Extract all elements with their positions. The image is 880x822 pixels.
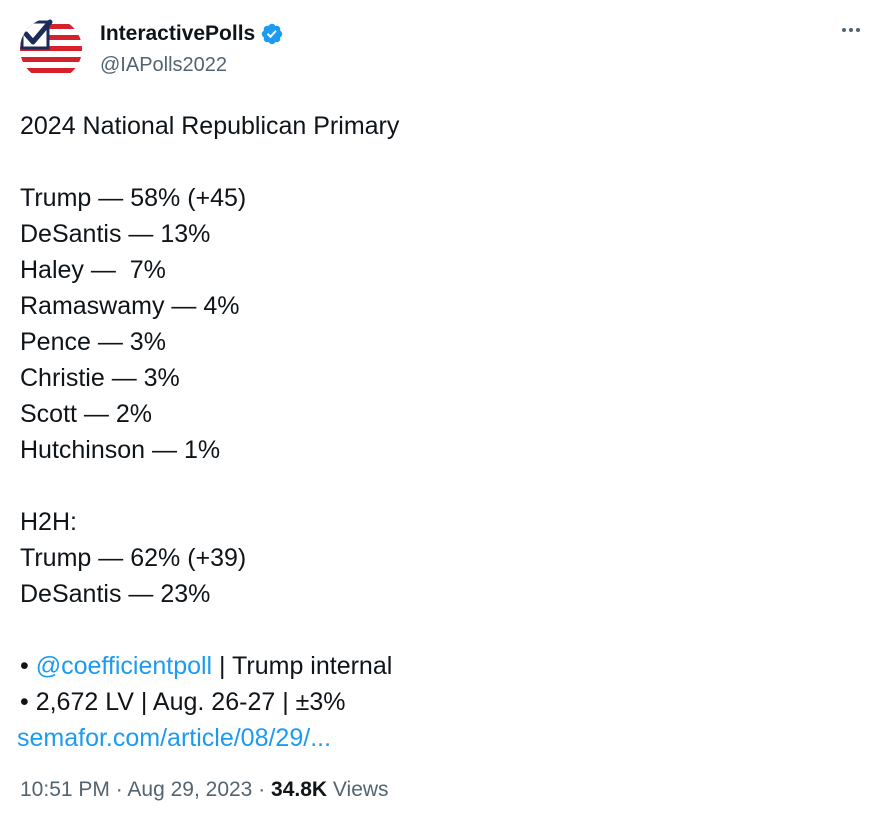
primary-row: Haley — 7% [20, 256, 166, 284]
flag-checkmark-logo [20, 18, 82, 80]
author-handle[interactable]: @IAPolls2022 [100, 54, 227, 77]
h2h-row: DeSantis — 23% [20, 580, 211, 608]
primary-row: Christie — 3% [20, 364, 180, 392]
dot-icon [856, 28, 860, 32]
article-link-line: semafor.com/article/08/29/... [17, 720, 860, 756]
mention-link[interactable]: @coefficientpoll [36, 652, 212, 680]
timestamp[interactable]: 10:51 PM [20, 778, 110, 801]
h2h-row: Trump — 62% (+39) [20, 544, 247, 572]
dot-icon [849, 28, 853, 32]
dot-icon [842, 28, 846, 32]
author-display-name[interactable]: InteractivePolls [100, 22, 255, 46]
primary-row: Ramaswamy — 4% [20, 292, 240, 320]
primary-row: Pence — 3% [20, 328, 166, 356]
tweet-title: 2024 National Republican Primary [20, 112, 400, 140]
more-options-icon[interactable] [840, 22, 862, 38]
date[interactable]: Aug 29, 2023 [127, 778, 252, 801]
views-label: Views [327, 778, 389, 801]
views-count: 34.8K [271, 778, 328, 801]
article-link[interactable]: semafor.com/article/08/29/... [17, 724, 331, 752]
source-line: • @coefficientpoll | Trump internal [20, 652, 393, 680]
primary-row: Scott — 2% [20, 400, 153, 428]
primary-row: DeSantis — 13% [20, 220, 211, 248]
tweet-text: 2024 National Republican Primary Trump —… [17, 108, 860, 756]
avatar[interactable] [20, 18, 82, 80]
poll-details: • 2,672 LV | Aug. 26-27 | ±3% [20, 688, 346, 716]
primary-row: Hutchinson — 1% [20, 436, 221, 464]
h2h-label: H2H: [20, 508, 77, 536]
primary-row: Trump — 58% (+45) [20, 184, 247, 212]
author-name-row: InteractivePolls [100, 22, 284, 46]
tweet-card: InteractivePolls @IAPolls2022 2024 Natio… [0, 0, 880, 822]
verified-badge-icon[interactable] [260, 22, 284, 46]
tweet-meta: 10:51 PM · Aug 29, 2023 · 34.8K Views [20, 778, 389, 801]
